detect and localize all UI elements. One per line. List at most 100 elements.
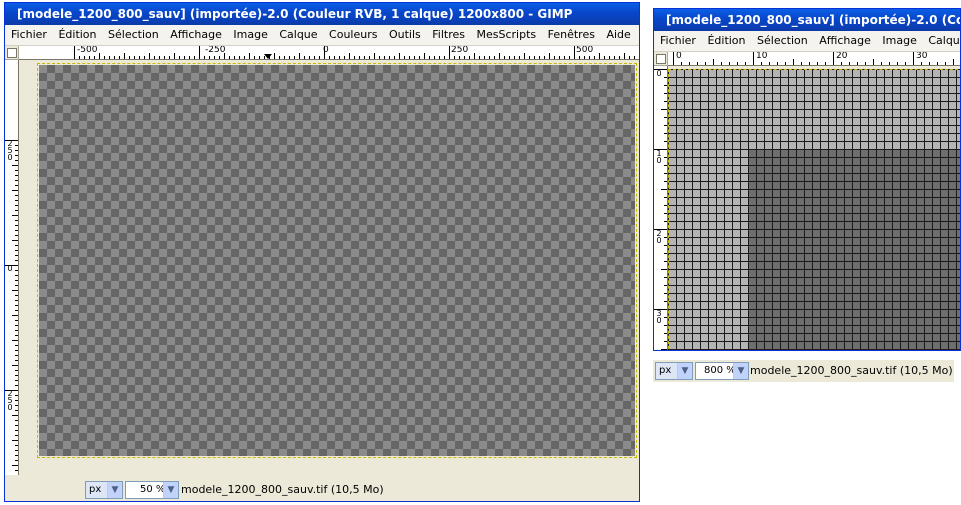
ruler-tick xyxy=(12,315,18,316)
quick-mask-toggle[interactable] xyxy=(654,52,668,66)
ruler-tick xyxy=(664,93,667,94)
menu-aide[interactable]: Aide xyxy=(602,25,634,45)
ruler-label: 250 xyxy=(451,46,469,55)
zoom-value: 50 % xyxy=(140,484,166,495)
menu-image[interactable]: Image xyxy=(878,31,920,51)
menu-image[interactable]: Image xyxy=(229,25,271,45)
ruler-tick xyxy=(84,56,85,59)
ruler-tick xyxy=(12,240,18,241)
ruler-tick xyxy=(404,56,405,59)
gimp-image-window-50: [modele_1200_800_sauv] (importée)-2.0 (C… xyxy=(4,2,640,502)
ruler-tick xyxy=(12,165,18,166)
ruler-tick xyxy=(897,62,898,65)
image-viewport[interactable] xyxy=(668,66,960,350)
ruler-tick xyxy=(434,56,435,59)
ruler-tick xyxy=(304,56,305,59)
ruler-tick xyxy=(274,53,275,59)
chevron-down-icon: ▼ xyxy=(163,482,178,498)
ruler-tick xyxy=(119,56,120,59)
ruler-tick xyxy=(209,56,210,59)
ruler-tick xyxy=(697,62,698,65)
ruler-tick xyxy=(219,56,220,59)
menu-edition[interactable]: Édition xyxy=(703,31,749,51)
menu-calque[interactable]: Calque xyxy=(924,31,960,51)
ruler-tick xyxy=(953,59,954,65)
ruler-tick xyxy=(399,53,400,59)
image-viewport[interactable] xyxy=(19,60,639,475)
ruler-label: 2 5 0 xyxy=(7,139,13,162)
status-bar-800: px ▼ 800 % ▼ modele_1200_800_sauv.tif (1… xyxy=(653,360,954,382)
ruler-label: 1 0 xyxy=(656,149,662,165)
ruler-tick xyxy=(15,260,18,261)
menu-selection[interactable]: Sélection xyxy=(753,31,812,51)
ruler-tick xyxy=(664,245,667,246)
ruler-tick xyxy=(15,305,18,306)
menu-calque[interactable]: Calque xyxy=(275,25,321,45)
ruler-tick xyxy=(104,56,105,59)
ruler-tick xyxy=(664,341,667,342)
window-title[interactable]: [modele_1200_800_sauv] (importée)-2.0 (C… xyxy=(654,9,960,31)
ruler-tick xyxy=(534,56,535,59)
ruler-tick xyxy=(524,53,525,59)
ruler-tick xyxy=(424,53,425,59)
ruler-tick xyxy=(15,320,18,321)
ruler-tick xyxy=(354,56,355,59)
ruler-tick xyxy=(484,56,485,59)
ruler-tick xyxy=(661,189,667,190)
ruler-tick xyxy=(129,56,130,59)
ruler-tick xyxy=(279,56,280,59)
menu-fenetres[interactable]: Fenêtres xyxy=(544,25,599,45)
vertical-ruler[interactable]: 0 1 0 2 0 3 0 xyxy=(654,66,668,350)
status-bar: px ▼ 50 % ▼ modele_1200_800_sauv.tif (10… xyxy=(5,479,639,501)
menu-fichier[interactable]: Fichier xyxy=(654,31,700,51)
horizontal-ruler[interactable]: -500 -250 0 250 500 xyxy=(19,46,639,60)
quick-mask-toggle[interactable] xyxy=(5,46,19,60)
ruler-tick xyxy=(444,56,445,59)
ruler-tick xyxy=(945,62,946,65)
menu-filtres[interactable]: Filtres xyxy=(428,25,469,45)
ruler-tick xyxy=(905,62,906,65)
menu-couleurs[interactable]: Couleurs xyxy=(325,25,381,45)
ruler-tick xyxy=(569,56,570,59)
vertical-ruler[interactable]: 2 5 0 0 2 5 0 xyxy=(5,60,19,475)
menu-edition[interactable]: Édition xyxy=(54,25,100,45)
ruler-tick xyxy=(619,56,620,59)
ruler-label: -250 xyxy=(205,46,226,55)
ruler-tick xyxy=(15,435,18,436)
ruler-tick xyxy=(214,56,215,59)
menu-bar: Fichier Édition Sélection Affichage Imag… xyxy=(5,25,639,46)
horizontal-ruler[interactable]: 0 10 20 30 xyxy=(668,52,960,66)
menu-affichage[interactable]: Affichage xyxy=(815,31,875,51)
ruler-tick xyxy=(459,56,460,59)
menu-fichier[interactable]: Fichier xyxy=(5,25,51,45)
ruler-tick xyxy=(15,350,18,351)
menu-selection[interactable]: Sélection xyxy=(104,25,163,45)
zoom-select[interactable]: 800 % ▼ xyxy=(695,362,749,380)
window-title[interactable]: [modele_1200_800_sauv] (importée)-2.0 (C… xyxy=(5,3,639,25)
ruler-tick xyxy=(15,370,18,371)
menu-affichage[interactable]: Affichage xyxy=(166,25,226,45)
ruler-tick xyxy=(429,56,430,59)
ruler-tick xyxy=(15,245,18,246)
ruler-tick xyxy=(664,333,667,334)
ruler-label: 30 xyxy=(916,52,928,61)
ruler-tick xyxy=(785,62,786,65)
ruler-tick xyxy=(654,309,667,310)
ruler-tick xyxy=(514,56,515,59)
ruler-tick xyxy=(15,185,18,186)
menu-outils[interactable]: Outils xyxy=(385,25,425,45)
unit-select[interactable]: px ▼ xyxy=(85,481,123,499)
zoom-select[interactable]: 50 % ▼ xyxy=(125,481,179,499)
ruler-tick xyxy=(664,293,667,294)
ruler-tick xyxy=(664,165,667,166)
quick-mask-icon xyxy=(7,48,17,58)
ruler-tick xyxy=(184,56,185,59)
ruler-tick xyxy=(314,56,315,59)
ruler-tick xyxy=(439,56,440,59)
ruler-tick xyxy=(339,56,340,59)
pointer-marker-icon xyxy=(264,54,272,59)
unit-select[interactable]: px ▼ xyxy=(655,362,693,380)
menu-messcripts[interactable]: MesScripts xyxy=(473,25,541,45)
ruler-tick xyxy=(654,149,667,150)
ruler-tick xyxy=(664,125,667,126)
